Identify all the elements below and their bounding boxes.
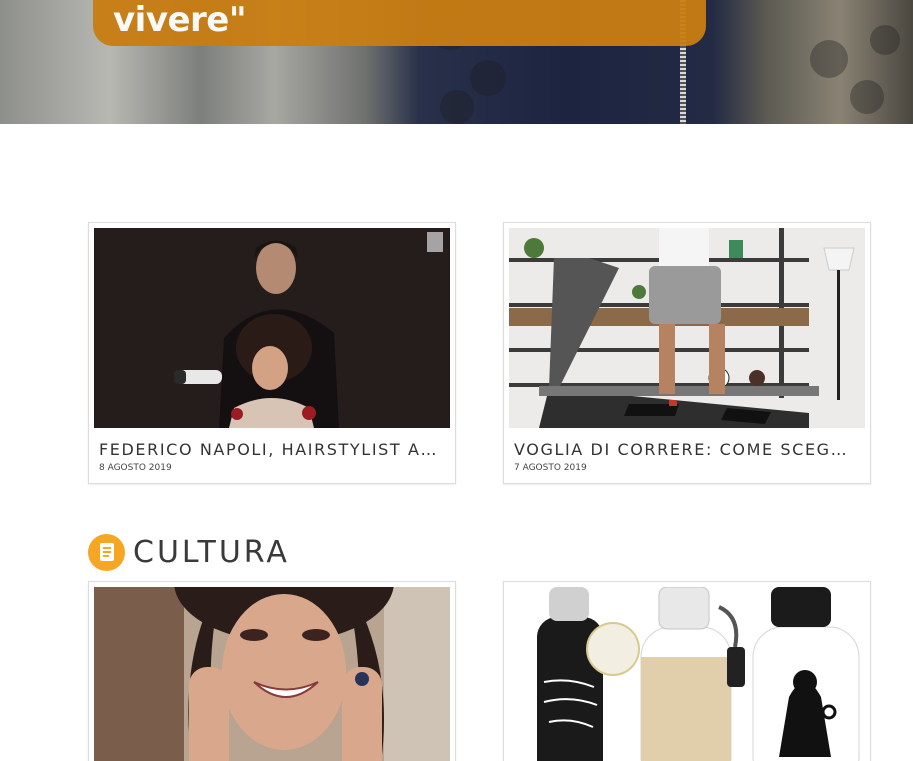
article-title[interactable]: VOGLIA DI CORRERE: COME SCEGLIER... [514, 440, 854, 459]
hero-pattern [440, 90, 474, 124]
article-card[interactable] [88, 581, 456, 761]
hero-pattern [810, 40, 848, 78]
article-card[interactable]: VOGLIA DI CORRERE: COME SCEGLIER... 7 AG… [503, 222, 871, 484]
hero-pattern [870, 25, 900, 55]
treadmill-photo [509, 228, 865, 428]
hero-pattern [850, 80, 884, 114]
hero-pattern [470, 60, 506, 96]
article-thumbnail[interactable] [94, 587, 450, 761]
article-date: 8 AGOSTO 2019 [99, 463, 172, 473]
woman-portrait-photo [94, 587, 450, 761]
article-card[interactable] [503, 581, 871, 761]
article-date: 7 AGOSTO 2019 [514, 463, 587, 473]
hero-caption-box[interactable]: vivere" [93, 0, 706, 46]
article-thumbnail[interactable] [94, 228, 450, 428]
water-bottles-photo [509, 587, 865, 761]
article-thumbnail[interactable] [509, 228, 865, 428]
hairstylist-photo [94, 228, 450, 428]
section-title: CULTURA [133, 534, 290, 570]
article-title[interactable]: FEDERICO NAPOLI, HAIRSTYLIST AL P... [99, 440, 439, 459]
hero-caption-text: vivere" [113, 0, 247, 40]
hero-banner[interactable]: vivere" [0, 0, 913, 124]
article-card[interactable]: FEDERICO NAPOLI, HAIRSTYLIST AL P... 8 A… [88, 222, 456, 484]
section-header-cultura[interactable]: CULTURA [88, 533, 290, 571]
book-icon [88, 533, 125, 571]
article-thumbnail[interactable] [509, 587, 865, 761]
